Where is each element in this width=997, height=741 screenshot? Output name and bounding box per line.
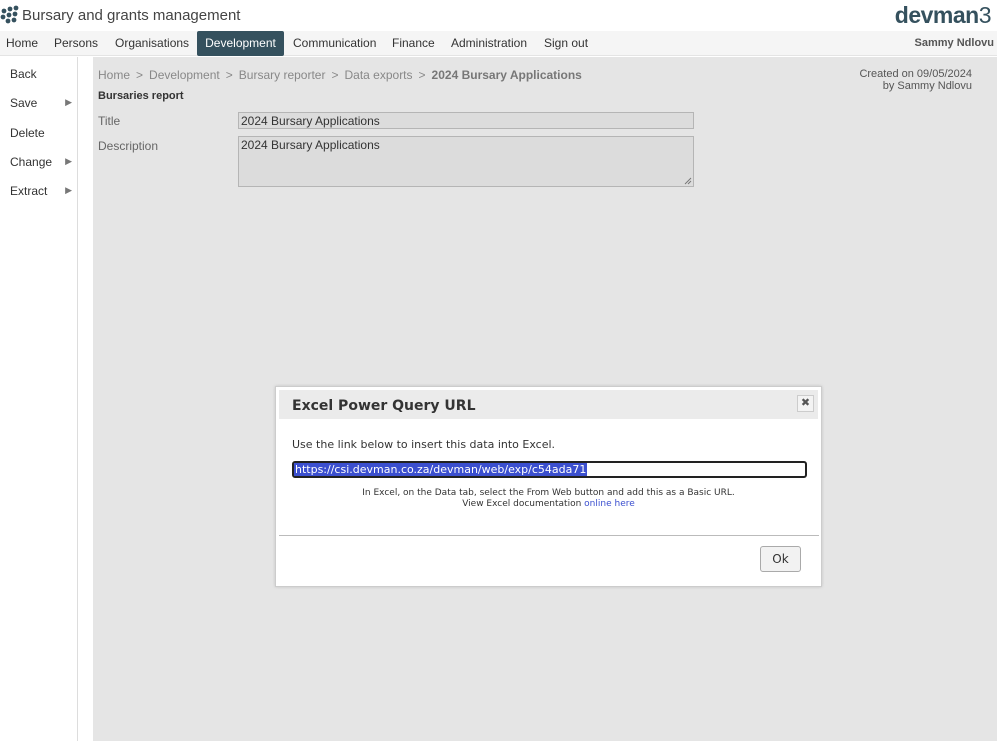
dialog-intro-text: Use the link below to insert this data i… (292, 438, 556, 451)
breadcrumb-separator: > (331, 68, 339, 82)
sidebar-item-back[interactable]: Back (10, 67, 72, 81)
sidebar-gutter (78, 57, 93, 741)
action-sidebar: Back Save ▶ Delete Change ▶ Extract ▶ (0, 57, 78, 741)
sidebar-item-label: Change (10, 155, 53, 169)
sidebar-item-label: Back (10, 67, 37, 81)
sidebar-item-save[interactable]: Save ▶ (10, 96, 72, 110)
nav-administration[interactable]: Administration (445, 31, 533, 56)
sidebar-item-delete[interactable]: Delete (10, 126, 72, 140)
created-by: by Sammy Ndlovu (882, 80, 972, 92)
breadcrumb-home[interactable]: Home (98, 68, 130, 82)
created-date: Created on 09/05/2024 (859, 68, 972, 80)
brand-logo-main: devman (894, 2, 979, 28)
title-bar: Bursary and grants management devman3 (0, 0, 997, 32)
submenu-arrow-icon: ▶ (65, 185, 72, 195)
title-field[interactable]: 2024 Bursary Applications (238, 112, 694, 129)
created-info: Created on 09/05/2024 by Sammy Ndlovu (859, 68, 972, 92)
excel-power-query-dialog: Excel Power Query URL ✖ Use the link bel… (275, 386, 822, 587)
breadcrumb-separator: > (225, 68, 233, 82)
sidebar-item-extract[interactable]: Extract ▶ (10, 184, 72, 198)
ok-button[interactable]: Ok (760, 546, 801, 572)
sidebar-item-label: Delete (10, 126, 45, 140)
submenu-arrow-icon: ▶ (65, 156, 72, 166)
breadcrumb: Home > Development > Bursary reporter > Data e… (98, 68, 582, 82)
url-selected-text[interactable]: https://csi.devman.co.za/devman/web/exp/… (294, 463, 588, 476)
dialog-hint: In Excel, on the Data tab, select the Fr… (276, 488, 821, 510)
nav-home[interactable]: Home (0, 31, 44, 56)
dialog-title: Excel Power Query URL (292, 398, 476, 414)
nav-communication[interactable]: Communication (287, 31, 382, 56)
sidebar-item-label: Save (10, 96, 38, 110)
breadcrumb-separator: > (136, 68, 144, 82)
hint-line: In Excel, on the Data tab, select the Fr… (362, 488, 735, 498)
nav-organisations[interactable]: Organisations (109, 31, 195, 56)
section-title: Bursaries report (98, 90, 184, 102)
resize-handle-icon[interactable] (684, 177, 692, 185)
hint-doc-prefix: View Excel documentation (462, 499, 582, 509)
documentation-link[interactable]: online here (584, 499, 635, 509)
close-icon[interactable]: ✖ (797, 395, 814, 412)
dialog-header: Excel Power Query URL (279, 390, 818, 419)
breadcrumb-current: 2024 Bursary Applications (431, 68, 582, 82)
submenu-arrow-icon: ▶ (65, 97, 72, 107)
description-label: Description (98, 139, 159, 153)
dialog-divider (279, 535, 819, 536)
breadcrumb-data-exports[interactable]: Data exports (344, 68, 412, 82)
url-field[interactable]: https://csi.devman.co.za/devman/web/exp/… (292, 461, 807, 478)
sidebar-item-change[interactable]: Change ▶ (10, 155, 72, 169)
nav-sign-out[interactable]: Sign out (538, 31, 594, 56)
nav-persons[interactable]: Persons (48, 31, 104, 56)
nav-finance[interactable]: Finance (386, 31, 441, 56)
nav-development[interactable]: Development (197, 31, 284, 56)
breadcrumb-development[interactable]: Development (149, 68, 220, 82)
description-field[interactable]: 2024 Bursary Applications (238, 136, 694, 187)
sidebar-item-label: Extract (10, 184, 48, 198)
app-title: Bursary and grants management (22, 7, 241, 24)
breadcrumb-bursary-reporter[interactable]: Bursary reporter (239, 68, 326, 82)
hint-doc-line: View Excel documentation online here (276, 499, 821, 510)
app-logo-icon (0, 5, 19, 24)
breadcrumb-separator: > (418, 68, 426, 82)
current-user-name[interactable]: Sammy Ndlovu (915, 37, 994, 49)
brand-logo-suffix: 3 (978, 2, 992, 28)
brand-logo: devman3 (894, 2, 992, 29)
title-label: Title (98, 114, 121, 128)
main-navigation: Home Persons Organisations Development C… (0, 31, 997, 56)
